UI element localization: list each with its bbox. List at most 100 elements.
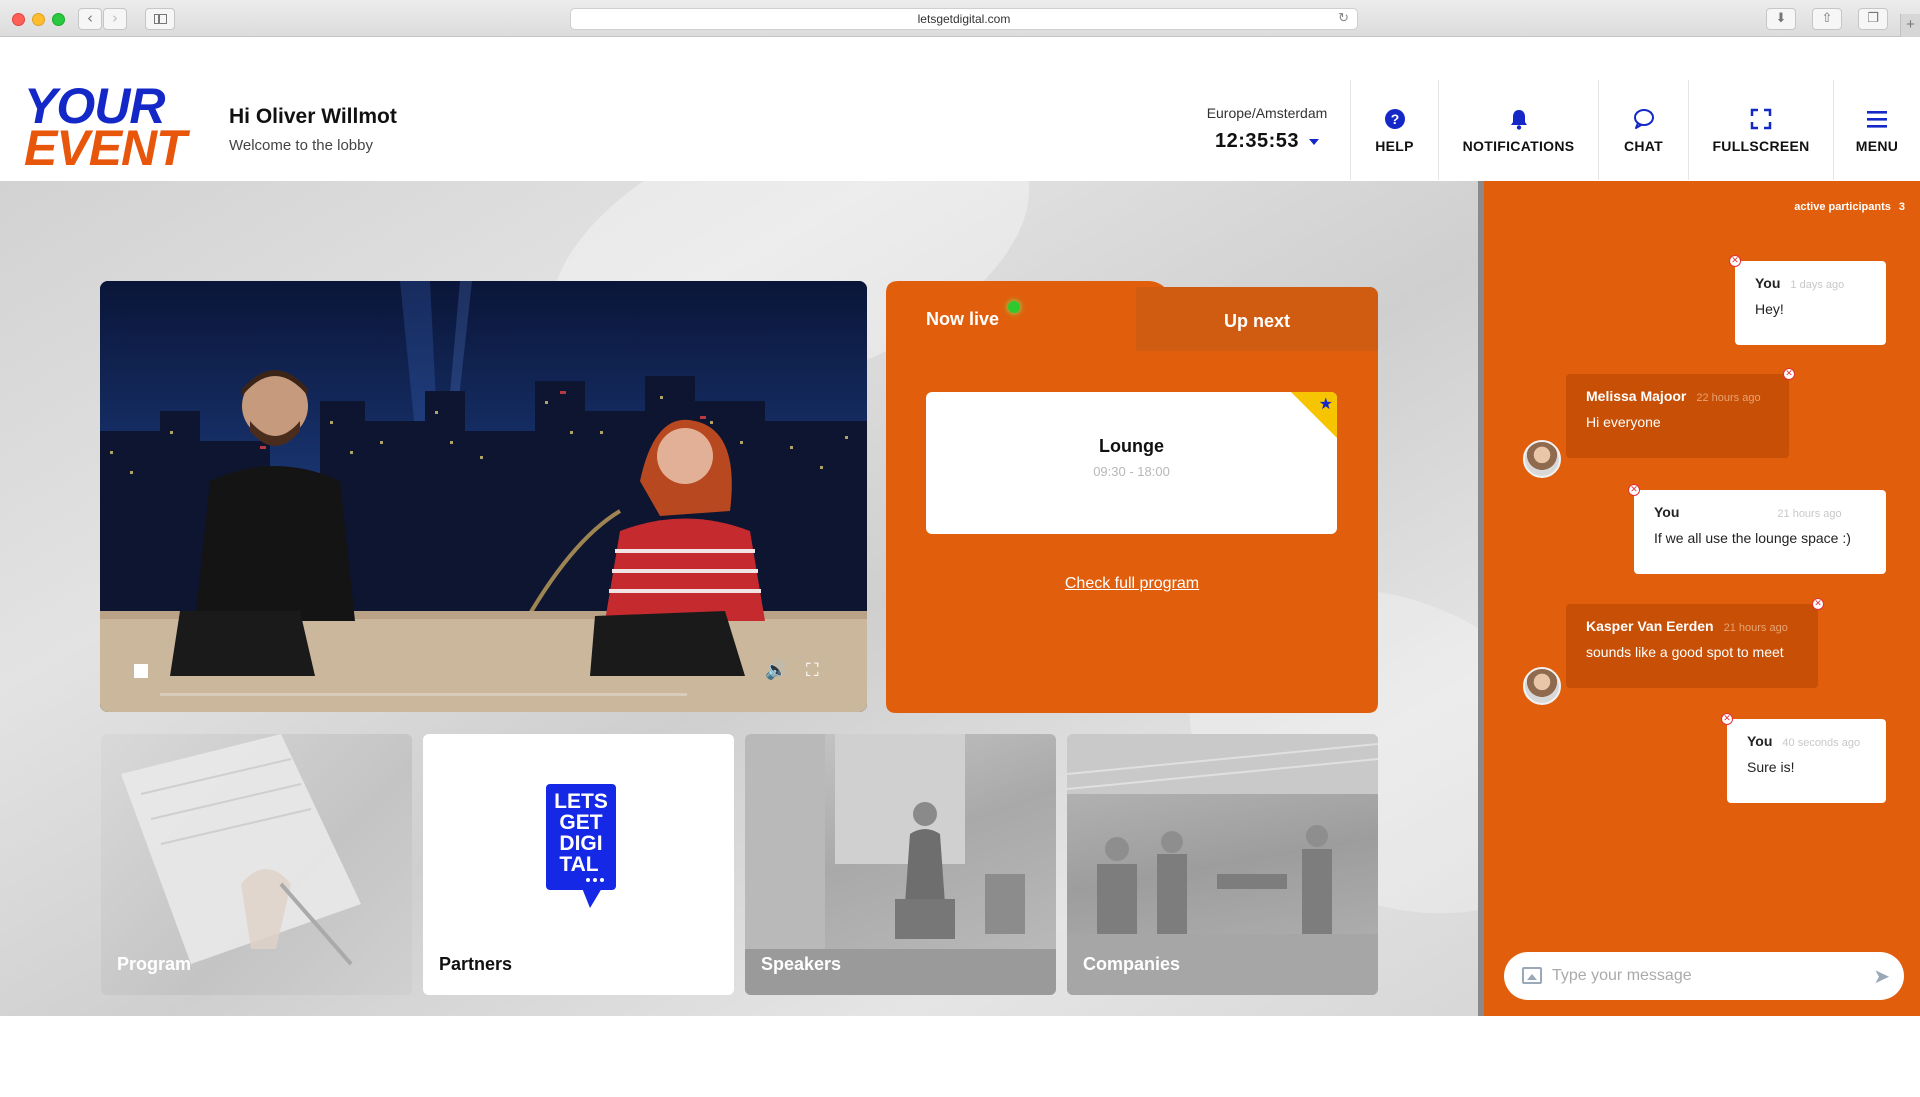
chat-bubble-icon [1633,109,1654,129]
tile-companies[interactable]: Companies [1067,734,1378,995]
zoom-window-button[interactable] [52,13,65,26]
delete-message-icon[interactable]: ✕ [1721,713,1733,725]
check-full-program-link[interactable]: Check full program [886,575,1378,593]
message-author: Melissa Majoor [1586,388,1687,404]
address-bar-url: letsgetdigital.com [917,12,1011,26]
star-icon[interactable]: ★ [1319,394,1333,413]
tile-program-label: Program [117,954,192,974]
message-author: You [1747,733,1773,749]
help-label: HELP [1375,138,1414,154]
tile-speakers-label: Speakers [761,954,842,974]
logo-text-line: LETS [554,790,608,813]
message-author: You [1654,504,1680,520]
video-fullscreen-icon[interactable]: ⛶ [806,660,819,682]
tile-speakers[interactable]: Speakers [745,734,1056,995]
message-header: You 21 hours ago [1654,504,1866,520]
message-header: Kasper Van Eerden 21 hours ago [1586,618,1798,634]
video-frame [100,281,867,712]
logo-text-line: DIGI [559,832,602,855]
delete-message-icon[interactable]: ✕ [1812,598,1824,610]
message-text: sounds like a good spot to meet [1586,644,1784,660]
hamburger-icon [1867,111,1887,128]
message-text: Hey! [1755,301,1784,317]
timezone-selector[interactable]: Europe/Amsterdam 12:35:53 [1192,105,1342,153]
active-participants: active participants 3 [1794,201,1905,213]
chat-message-own: ✕ You 1 days ago Hey! [1729,255,1886,345]
message-time: 21 hours ago [1777,508,1842,520]
delete-message-icon[interactable]: ✕ [1783,368,1795,380]
back-icon[interactable]: ‹ [78,8,102,30]
minimize-window-button[interactable] [32,13,45,26]
avatar[interactable] [1523,667,1561,705]
active-participants-count: 3 [1898,201,1905,213]
tile-program[interactable]: Program [101,734,412,995]
help-button[interactable]: ? HELP [1350,80,1438,180]
timezone-name: Europe/Amsterdam [1206,105,1328,121]
tile-partners[interactable]: LETS GET DIGI TAL Partners [423,734,734,995]
chat-message-input[interactable] [1552,964,1852,988]
active-participants-label: active participants [1794,201,1891,213]
lets-get-digital-logo: LETS GET DIGI TAL [546,784,616,908]
chat-message-own: ✕ You 21 hours ago If we all use the loun… [1628,484,1886,574]
tabs-overview-icon[interactable]: ❐ [1858,8,1888,30]
message-time: 1 days ago [1790,279,1845,291]
help-icon: ? [1384,109,1405,129]
notifications-label: NOTIFICATIONS [1462,138,1575,154]
menu-label: MENU [1855,138,1899,154]
volume-icon[interactable]: 🔊 [765,660,787,682]
bell-icon [1510,110,1527,130]
message-time: 22 hours ago [1696,392,1761,404]
stop-icon[interactable] [134,664,148,678]
sidebar-toggle-icon[interactable] [145,8,175,30]
logo-text-line: GET [559,811,602,834]
avatar[interactable] [1523,440,1561,478]
chat-panel: active participants 3 ✕ You 1 days ago Hey… [1484,181,1920,1016]
fullscreen-label: FULLSCREEN [1712,138,1810,154]
message-time: 21 hours ago [1723,622,1788,634]
session-card-lounge[interactable]: Lounge 09:30 - 18:00 ★ [926,392,1337,534]
new-tab-button[interactable]: + [1900,14,1920,37]
clock-time: 12:35:53 [1214,130,1300,152]
forward-icon[interactable]: › [103,8,127,30]
live-indicator-dot [1008,301,1020,313]
browser-toolbar: ‹ › letsgetdigital.com ↻ ⬇ ⇧ ❐ + [0,0,1920,37]
event-logo[interactable]: YOUR EVENT [24,81,187,176]
notifications-button[interactable]: NOTIFICATIONS [1438,80,1598,180]
video-player[interactable]: 🔊 ⛶ [100,281,867,712]
chat-label: CHAT [1623,138,1664,154]
clock-row: 12:35:53 [1192,130,1342,153]
chat-message-own: ✕ You 40 seconds ago Sure is! [1721,713,1886,803]
message-text: Hi everyone [1586,414,1661,430]
schedule-panel: Up next Now live Lounge 09:30 - 18:00 ★ … [886,281,1378,713]
message-header: You 40 seconds ago [1747,733,1866,749]
chat-button[interactable]: CHAT [1598,80,1688,180]
reload-icon[interactable]: ↻ [1338,9,1349,29]
message-text: Sure is! [1747,759,1795,775]
lobby-stage: 🔊 ⛶ Up next Now live Lounge 09:30 - 18:0… [0,181,1484,1016]
video-progress-bar[interactable] [160,693,687,696]
chat-message-other: ✕ Melissa Majoor 22 hours ago Hi everyone [1566,368,1795,458]
image-attach-icon[interactable] [1522,967,1542,984]
message-header: You 1 days ago [1755,275,1866,291]
share-icon[interactable]: ⇧ [1812,8,1842,30]
tile-partners-label: Partners [439,954,513,974]
menu-button[interactable]: MENU [1833,80,1920,180]
logo-line-2: EVENT [24,120,187,176]
message-author: You [1755,275,1781,291]
svg-text:?: ? [1390,111,1399,127]
download-icon[interactable]: ⬇ [1766,8,1796,30]
tab-now-live[interactable]: Now live [926,309,999,330]
greeting: Hi Oliver Willmot Welcome to the lobby [229,105,397,154]
fullscreen-button[interactable]: FULLSCREEN [1688,80,1833,180]
delete-message-icon[interactable]: ✕ [1628,484,1640,496]
send-icon[interactable]: ➤ [1873,964,1890,988]
chevron-down-icon[interactable] [1309,138,1320,145]
user-greeting: Hi Oliver Willmot [229,105,397,128]
address-bar[interactable]: letsgetdigital.com ↻ [570,8,1358,30]
session-title: Lounge [1099,436,1164,456]
close-window-button[interactable] [12,13,25,26]
logo-text-line: TAL [559,853,598,876]
message-header: Melissa Majoor 22 hours ago [1586,388,1769,404]
message-author: Kasper Van Eerden [1586,618,1714,634]
delete-message-icon[interactable]: ✕ [1729,255,1741,267]
